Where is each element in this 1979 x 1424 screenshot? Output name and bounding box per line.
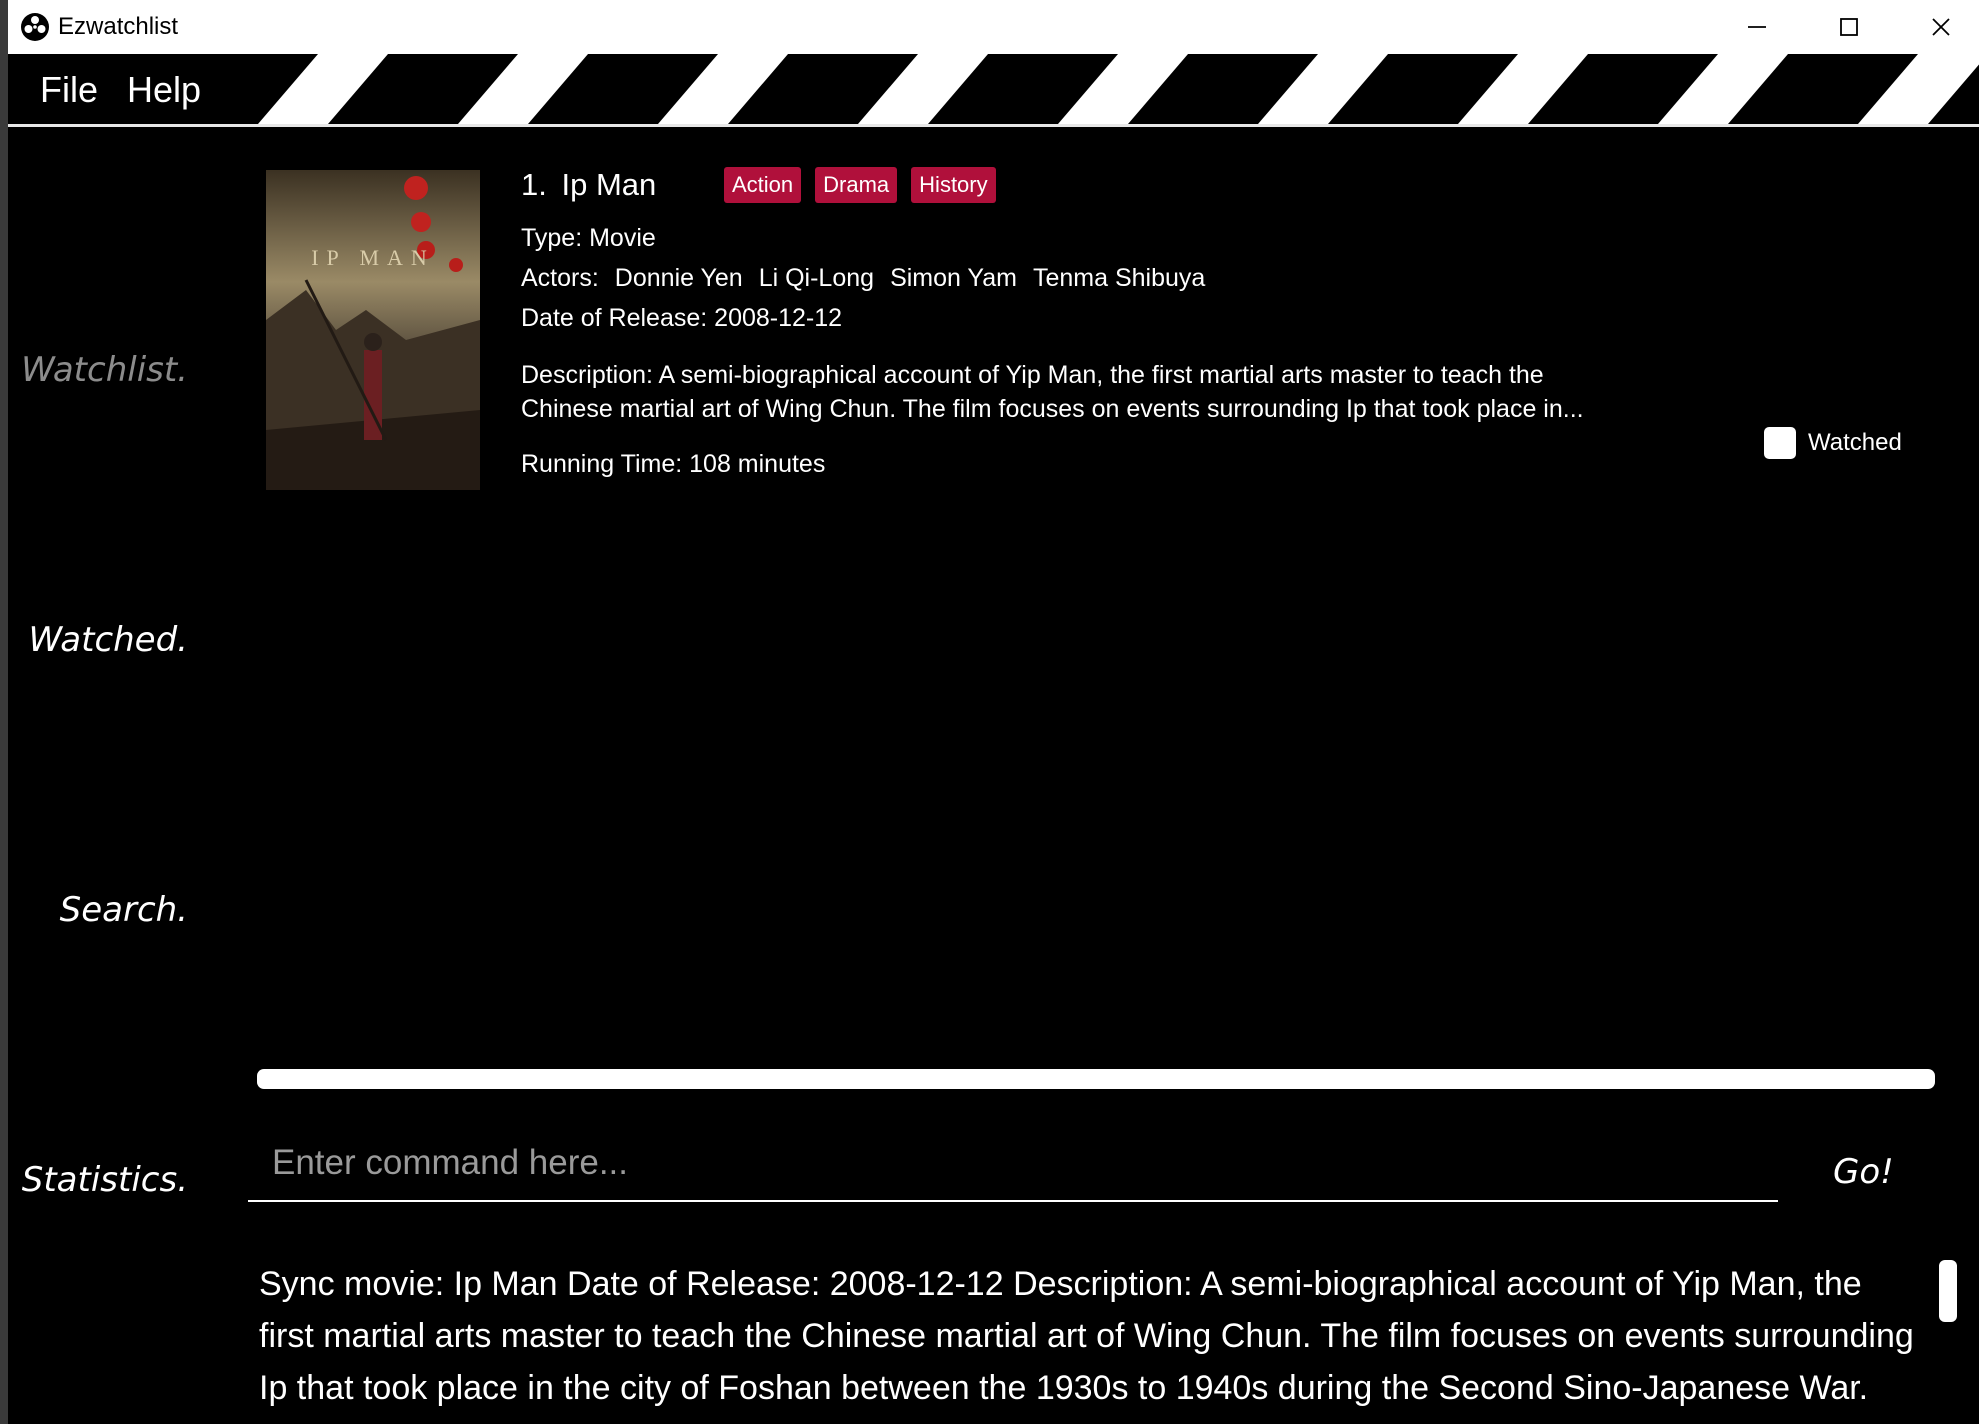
clapperboard-stripes [8,54,1979,126]
show-release-date: Date of Release: 2008-12-12 [521,304,843,332]
maximize-button[interactable] [1803,0,1895,54]
menu-divider [8,124,1979,127]
genre-tag: Action [724,167,802,203]
close-button[interactable] [1895,0,1979,54]
window-title: Ezwatchlist [58,13,179,40]
nav-watchlist[interactable]: Watchlist. [18,350,188,390]
actor-name: Tenma Shibuya [1032,264,1206,292]
show-name: Ip Man [561,167,657,202]
actor-name: Simon Yam [890,264,1017,292]
film-reel-icon [21,13,49,41]
show-title: 1. Ip Man [521,164,656,206]
show-index: 1. [521,167,547,202]
show-type: Type: Movie [521,224,656,252]
show-running-time: Running Time: 108 minutes [521,450,826,478]
actors-label: Actors: [521,264,599,292]
genre-tags: Action Drama History [724,167,996,203]
go-button[interactable]: Go! [1833,1152,1894,1192]
title-bar: Ezwatchlist [8,0,1979,54]
genre-tag: History [911,167,996,203]
app-window: Ezwatchlist File Help Watchlist. Watched… [8,0,1979,1424]
menu-bar: File Help [8,54,1979,126]
menu-help[interactable]: Help [127,68,201,112]
nav-statistics[interactable]: Statistics. [18,1160,188,1200]
nav-search[interactable]: Search. [18,890,188,930]
minimize-button[interactable] [1711,0,1803,54]
splitter-bar[interactable] [257,1069,1935,1089]
watched-checkbox[interactable] [1764,427,1796,459]
movie-poster: IP MAN [266,170,480,490]
poster-title-text: IP MAN [311,245,435,270]
actor-name: Li Qi-Long [758,264,875,292]
maximize-icon [1840,18,1858,36]
close-icon [1932,18,1950,36]
watched-toggle[interactable]: Watched [1764,427,1902,459]
nav-watched[interactable]: Watched. [18,620,188,660]
result-display: Sync movie: Ip Man Date of Release: 2008… [259,1265,1914,1424]
minimize-icon [1748,26,1766,28]
show-description: Description: A semi-biographical account… [521,361,1584,423]
command-input[interactable] [248,1126,1778,1202]
show-actors: Actors: Donnie Yen Li Qi-Long Simon Yam Tenm… [521,262,1205,294]
desktop-background [0,0,8,1424]
menu-file[interactable]: File [40,68,98,112]
genre-tag: Drama [815,167,898,203]
actor-name: Donnie Yen [614,264,743,292]
result-scrollbar[interactable] [1939,1260,1957,1322]
watched-label: Watched [1808,429,1902,456]
